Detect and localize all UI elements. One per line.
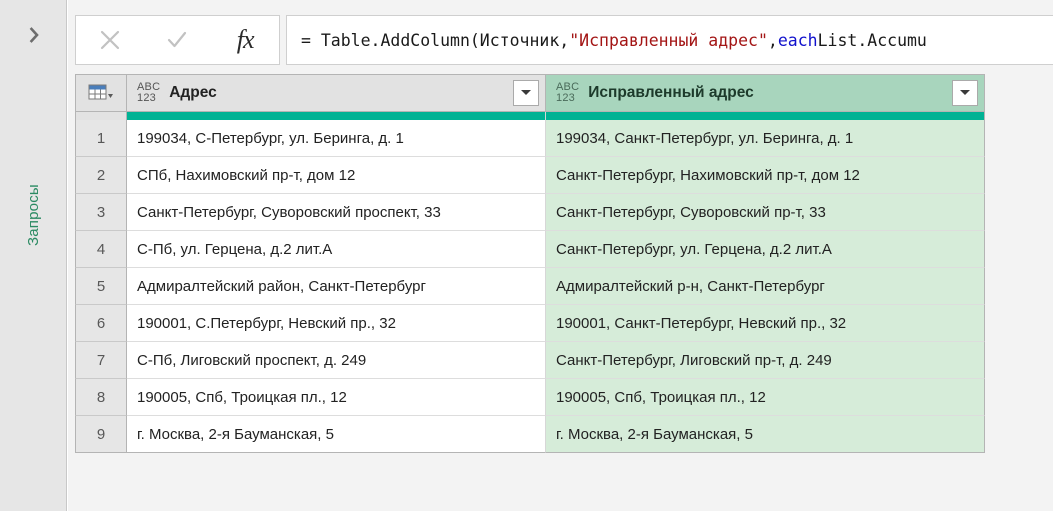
- row-number[interactable]: 5: [75, 268, 127, 305]
- filter-dropdown-icon: [519, 84, 533, 102]
- close-icon: [98, 28, 122, 52]
- quality-bar-ispravlennyy-adres: [546, 112, 985, 120]
- row-number[interactable]: 1: [75, 120, 127, 157]
- insert-function-button[interactable]: fx: [219, 17, 271, 63]
- cell-adres[interactable]: 190001, С.Петербург, Невский пр., 32: [127, 305, 546, 342]
- table-row: 4 С-Пб, ул. Герцена, д.2 лит.А Санкт-Петер…: [75, 231, 985, 268]
- grid-header-row: ABC 123 Адрес ABC 123 Исправленный адрес: [75, 74, 985, 112]
- row-number[interactable]: 2: [75, 157, 127, 194]
- queries-pane-label: Запросы: [25, 184, 42, 246]
- cell-ispravlennyy-adres[interactable]: Санкт-Петербург, Суворовский пр-т, 33: [546, 194, 985, 231]
- formula-segment-comma: ,: [767, 30, 778, 50]
- cell-ispravlennyy-adres[interactable]: 199034, Санкт-Петербург, ул. Беринга, д.…: [546, 120, 985, 157]
- filter-dropdown-icon: [958, 84, 972, 102]
- formula-segment-prefix: = Table.AddColumn(Источник,: [301, 30, 570, 50]
- cell-ispravlennyy-adres[interactable]: Адмиралтейский р-н, Санкт-Петербург: [546, 268, 985, 305]
- table-row: 6 190001, С.Петербург, Невский пр., 32 190…: [75, 305, 985, 342]
- cell-ispravlennyy-adres[interactable]: 190005, Спб, Троицкая пл., 12: [546, 379, 985, 416]
- row-number[interactable]: 9: [75, 416, 127, 453]
- formula-bar: fx = Table.AddColumn(Источник, "Исправле…: [75, 15, 1053, 65]
- chevron-right-icon: [26, 26, 44, 44]
- cell-adres[interactable]: 190005, Спб, Троицкая пл., 12: [127, 379, 546, 416]
- checkmark-icon: [165, 28, 189, 52]
- cell-adres[interactable]: г. Москва, 2-я Бауманская, 5: [127, 416, 546, 453]
- grid-body: 1 199034, С-Петербург, ул. Беринга, д. 11…: [75, 120, 985, 453]
- column-header-label: Адрес: [169, 84, 217, 101]
- accept-formula-button[interactable]: [151, 17, 203, 63]
- column-quality-bar: [75, 112, 985, 120]
- quality-bar-adres: [127, 112, 546, 120]
- table-row: 2 СПб, Нахимовский пр-т, дом 12 Санкт-Пете…: [75, 157, 985, 194]
- cell-ispravlennyy-adres[interactable]: Санкт-Петербург, ул. Герцена, д.2 лит.А: [546, 231, 985, 268]
- cell-ispravlennyy-adres[interactable]: Санкт-Петербург, Нахимовский пр-т, дом 1…: [546, 157, 985, 194]
- column-header-ispravlennyy-adres[interactable]: ABC 123 Исправленный адрес: [546, 74, 985, 112]
- fx-icon: fx: [236, 25, 255, 54]
- table-row: 7 С-Пб, Лиговский проспект, д. 249 Санкт-П…: [75, 342, 985, 379]
- table-row: 9 г. Москва, 2-я Бауманская, 5 г. Москва, …: [75, 416, 985, 453]
- row-number[interactable]: 8: [75, 379, 127, 416]
- table-row: 8 190005, Спб, Троицкая пл., 12 190005, Сп…: [75, 379, 985, 416]
- row-number[interactable]: 3: [75, 194, 127, 231]
- cancel-formula-button[interactable]: [84, 17, 136, 63]
- column-filter-button-adres[interactable]: [513, 80, 539, 106]
- column-header-adres[interactable]: ABC 123 Адрес: [127, 74, 546, 112]
- cell-adres[interactable]: СПб, Нахимовский пр-т, дом 12: [127, 157, 546, 194]
- abc123-type-icon: ABC 123: [556, 81, 580, 104]
- formula-segment-string: "Исправленный адрес": [569, 30, 768, 50]
- select-all-columns-button[interactable]: [75, 74, 127, 112]
- column-header-label: Исправленный адрес: [588, 84, 754, 101]
- column-filter-button-ispravlennyy-adres[interactable]: [952, 80, 978, 106]
- abc123-type-icon: ABC 123: [137, 81, 161, 104]
- cell-adres[interactable]: 199034, С-Петербург, ул. Беринга, д. 1: [127, 120, 546, 157]
- table-row: 5 Адмиралтейский район, Санкт-Петербург Ад…: [75, 268, 985, 305]
- editor-work-area: fx = Table.AddColumn(Источник, "Исправле…: [68, 0, 1053, 511]
- formula-segment-keyword: each: [777, 30, 818, 50]
- cell-adres[interactable]: С-Пб, Лиговский проспект, д. 249: [127, 342, 546, 379]
- table-row: 1 199034, С-Петербург, ул. Беринга, д. 11…: [75, 120, 985, 157]
- cell-ispravlennyy-adres[interactable]: г. Москва, 2-я Бауманская, 5: [546, 416, 985, 453]
- cell-ispravlennyy-adres[interactable]: Санкт-Петербург, Лиговский пр-т, д. 249: [546, 342, 985, 379]
- cell-ispravlennyy-adres[interactable]: 190001, Санкт-Петербург, Невский пр., 32: [546, 305, 985, 342]
- row-number[interactable]: 6: [75, 305, 127, 342]
- cell-adres[interactable]: Санкт-Петербург, Суворовский проспект, 3…: [127, 194, 546, 231]
- table-select-icon: [88, 83, 114, 103]
- cell-adres[interactable]: С-Пб, ул. Герцена, д.2 лит.А: [127, 231, 546, 268]
- expand-queries-pane-button[interactable]: [22, 22, 48, 48]
- quality-bar-spacer: [75, 112, 127, 120]
- formula-segment-suffix: List.Accumu: [817, 30, 927, 50]
- table-row: 3 Санкт-Петербург, Суворовский проспект, …: [75, 194, 985, 231]
- power-query-editor: Запросы fx = Table.AddColumn(Источник, "…: [0, 0, 1053, 511]
- formula-input[interactable]: = Table.AddColumn(Источник, "Исправленны…: [286, 15, 1053, 65]
- queries-pane-collapsed: Запросы: [0, 0, 67, 511]
- row-number[interactable]: 4: [75, 231, 127, 268]
- formula-bar-buttons: fx: [75, 15, 280, 65]
- data-preview-grid: ABC123 Адрес ABC123 Исправленный адрес: [75, 74, 985, 453]
- row-number[interactable]: 7: [75, 342, 127, 379]
- cell-adres[interactable]: Адмиралтейский район, Санкт-Петербург: [127, 268, 546, 305]
